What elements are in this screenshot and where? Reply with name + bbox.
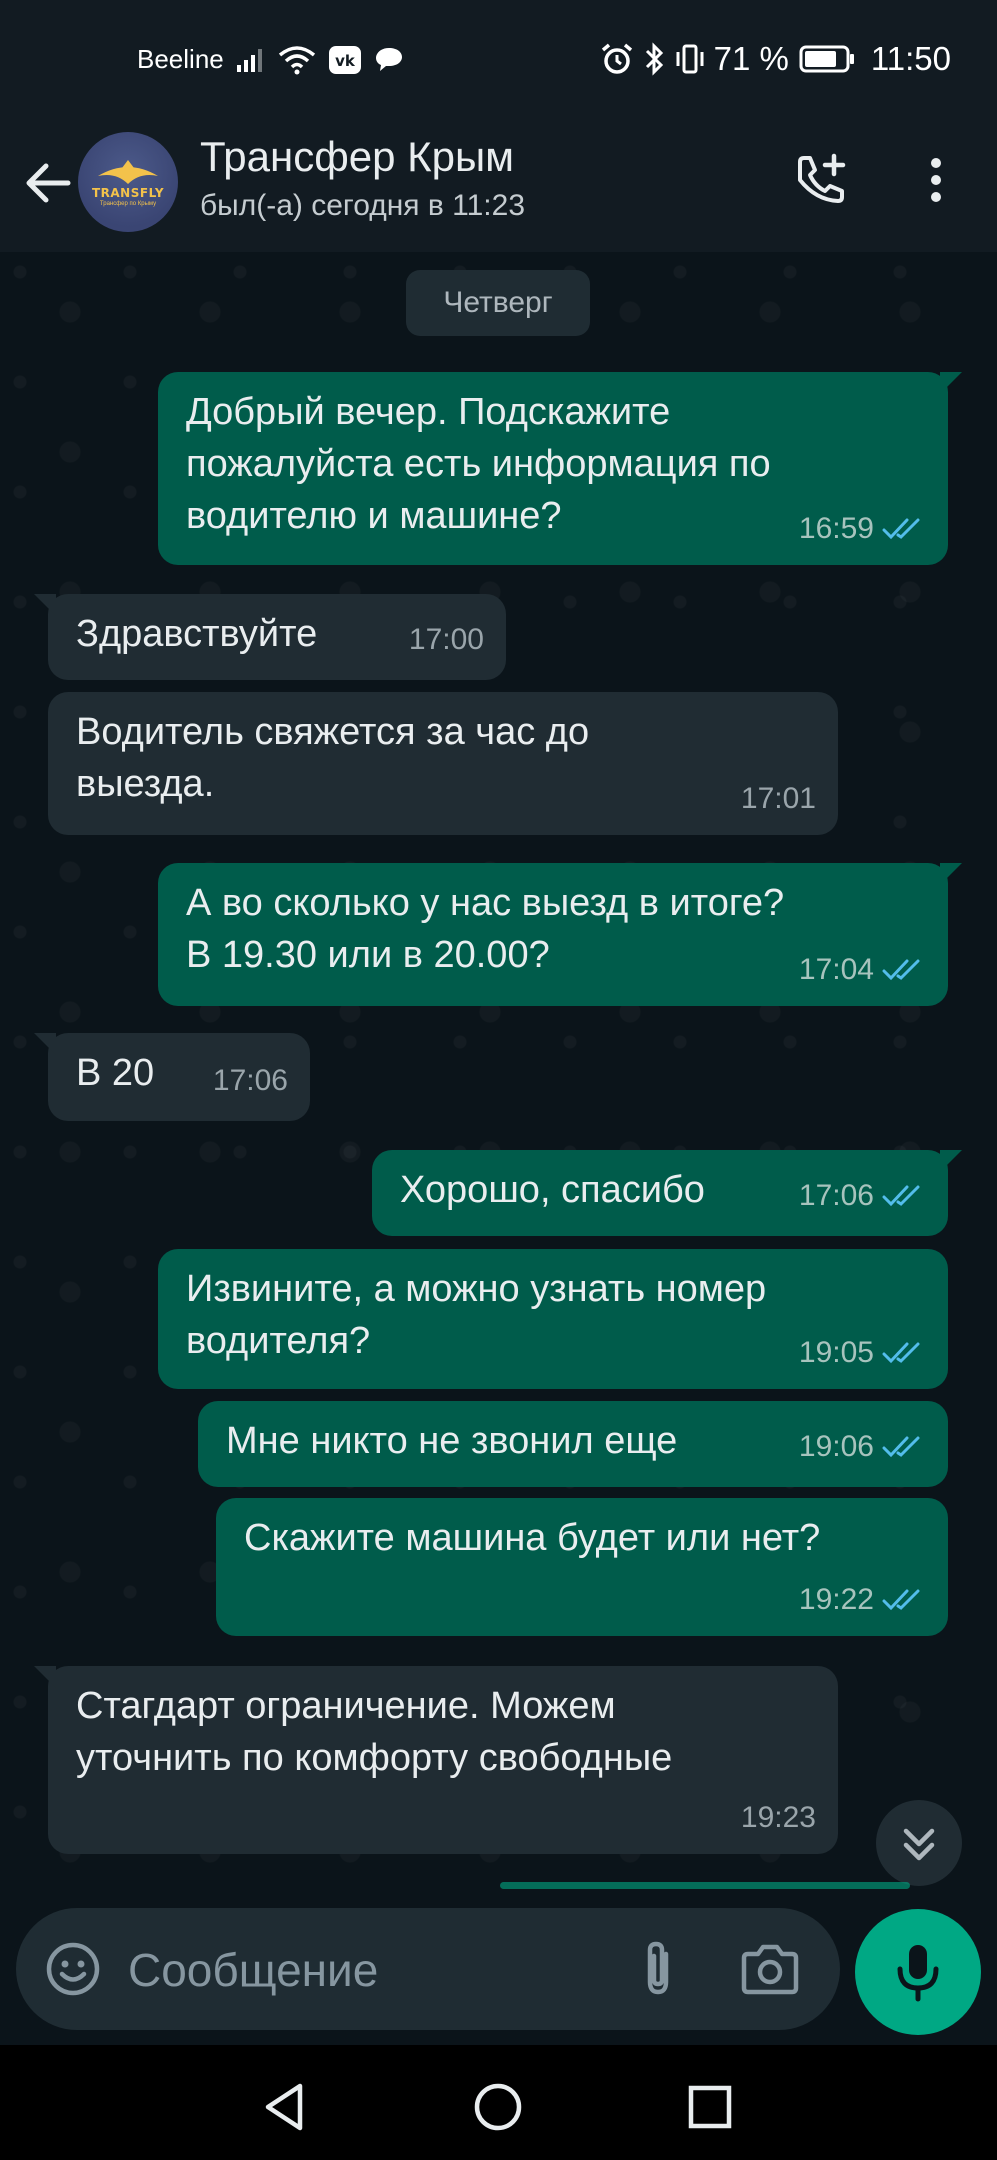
bubble-tail: [34, 594, 56, 616]
message-meta: 19:22: [799, 1574, 926, 1626]
bubble-tail: [940, 372, 962, 394]
add-call-icon[interactable]: [790, 150, 850, 210]
message-time: 17:00: [408, 623, 484, 656]
svg-text:vk: vk: [335, 52, 356, 70]
recents-square-icon[interactable]: [680, 2077, 740, 2137]
message-input-container: [16, 1908, 840, 2030]
avatar-tagline: Трансфер по Крыму: [99, 201, 157, 207]
chat-notification-icon: [375, 47, 402, 71]
system-navigation-bar: [0, 2045, 997, 2160]
message-outgoing[interactable]: Хорошо, спасибо 17:06: [372, 1150, 962, 1236]
message-input[interactable]: [126, 1936, 610, 2004]
bubble-tail: [940, 1150, 962, 1172]
voice-message-button[interactable]: [855, 1909, 981, 2035]
message-meta: 17:06: [799, 1170, 926, 1222]
vk-icon: vk: [328, 45, 361, 74]
double-check-read-icon: [882, 1342, 920, 1364]
message-text: Стагдарт ограничение. Можем уточнить по …: [76, 1685, 673, 1779]
double-check-read-icon: [882, 518, 920, 540]
message-time: 16:59: [798, 512, 874, 545]
message-time: 17:06: [212, 1064, 288, 1097]
message-meta: 19:23: [741, 1792, 816, 1844]
bubble-tail: [34, 1033, 56, 1055]
back-triangle-icon[interactable]: [254, 2077, 314, 2137]
chat-title[interactable]: Трансфер Крым: [200, 133, 514, 181]
message-meta: 19:06: [799, 1421, 926, 1473]
battery-icon: [799, 45, 854, 73]
message-meta: 19:05: [799, 1327, 926, 1379]
message-outgoing[interactable]: Добрый вечер. Подскажите пожалуйста есть…: [158, 372, 962, 565]
message-time: 17:01: [740, 782, 816, 815]
message-meta: 16:59: [799, 503, 926, 555]
wifi-icon: [278, 45, 315, 74]
back-arrow-icon[interactable]: [18, 153, 78, 213]
message-meta: 17:00: [409, 614, 484, 666]
double-check-read-icon: [882, 1589, 920, 1611]
message-incoming[interactable]: Стагдарт ограничение. Можем уточнить по …: [34, 1666, 838, 1854]
message-meta: 17:01: [741, 773, 816, 825]
avatar[interactable]: TRANSFLY Трансфер по Крыму: [78, 132, 178, 232]
last-seen-status: был(-а) сегодня в 11:23: [200, 189, 526, 222]
message-outgoing[interactable]: А во сколько у нас выезд в итоге? В 19.3…: [158, 863, 962, 1006]
carrier-name: Beeline: [137, 44, 224, 74]
new-content-indicator: [500, 1882, 910, 1889]
composer: [0, 1890, 997, 2045]
camera-icon[interactable]: [738, 1938, 802, 2000]
message-outgoing[interactable]: Скажите машина будет или нет? 19:22: [216, 1498, 948, 1636]
bubble-tail: [940, 863, 962, 885]
message-incoming[interactable]: Здравствуйте 17:00: [34, 594, 506, 680]
message-text: Скажите машина будет или нет?: [244, 1517, 821, 1559]
home-circle-icon[interactable]: [468, 2077, 528, 2137]
chat-header: TRANSFLY Трансфер по Крыму Трансфер Крым…: [0, 125, 997, 252]
message-outgoing[interactable]: Мне никто не звонил еще 19:06: [198, 1401, 948, 1487]
double-check-read-icon: [882, 1436, 920, 1458]
message-text: Водитель свяжется за час до выезда.: [76, 711, 590, 805]
clock: 11:50: [870, 40, 951, 77]
message-meta: 17:04: [799, 944, 926, 996]
vibrate-icon: [676, 44, 704, 74]
message-incoming[interactable]: Водитель свяжется за час до выезда. 17:0…: [48, 692, 838, 835]
emoji-icon[interactable]: [42, 1938, 104, 2000]
microphone-icon: [897, 1945, 939, 2002]
status-bar: Beeline vk 71 % 11:50: [0, 0, 997, 125]
message-time: 17:04: [798, 953, 874, 986]
signal-icon: [236, 48, 262, 72]
status-bar-right: 71 % 11:50: [600, 40, 951, 78]
double-chevron-down-icon: [903, 1828, 935, 1861]
message-time: 19:06: [798, 1430, 874, 1463]
message-time: 19:22: [798, 1583, 874, 1616]
message-incoming[interactable]: В 20 17:06: [34, 1033, 310, 1121]
scroll-to-bottom-button[interactable]: [876, 1800, 962, 1886]
avatar-brand: TRANSFLY: [91, 186, 165, 200]
more-options-icon[interactable]: [916, 150, 956, 210]
transfly-logo-icon: [98, 160, 158, 184]
status-bar-left: Beeline vk: [137, 44, 404, 75]
message-time: 19:05: [798, 1336, 874, 1369]
bubble-tail: [34, 1666, 56, 1688]
double-check-read-icon: [882, 959, 920, 981]
message-time: 19:23: [740, 1801, 816, 1834]
paperclip-icon[interactable]: [630, 1936, 686, 2002]
battery-percent: 71 %: [713, 40, 789, 77]
bluetooth-icon: [645, 42, 663, 76]
date-separator: Четверг: [406, 270, 590, 336]
alarm-icon: [601, 43, 632, 74]
double-check-read-icon: [882, 1185, 920, 1207]
message-meta: 17:06: [213, 1055, 288, 1107]
message-list[interactable]: Четверг Добрый вечер. Подскажите пожалуй…: [0, 252, 997, 1890]
message-time: 17:06: [798, 1179, 874, 1212]
message-outgoing[interactable]: Извините, а можно узнать номер водителя?…: [158, 1249, 948, 1389]
